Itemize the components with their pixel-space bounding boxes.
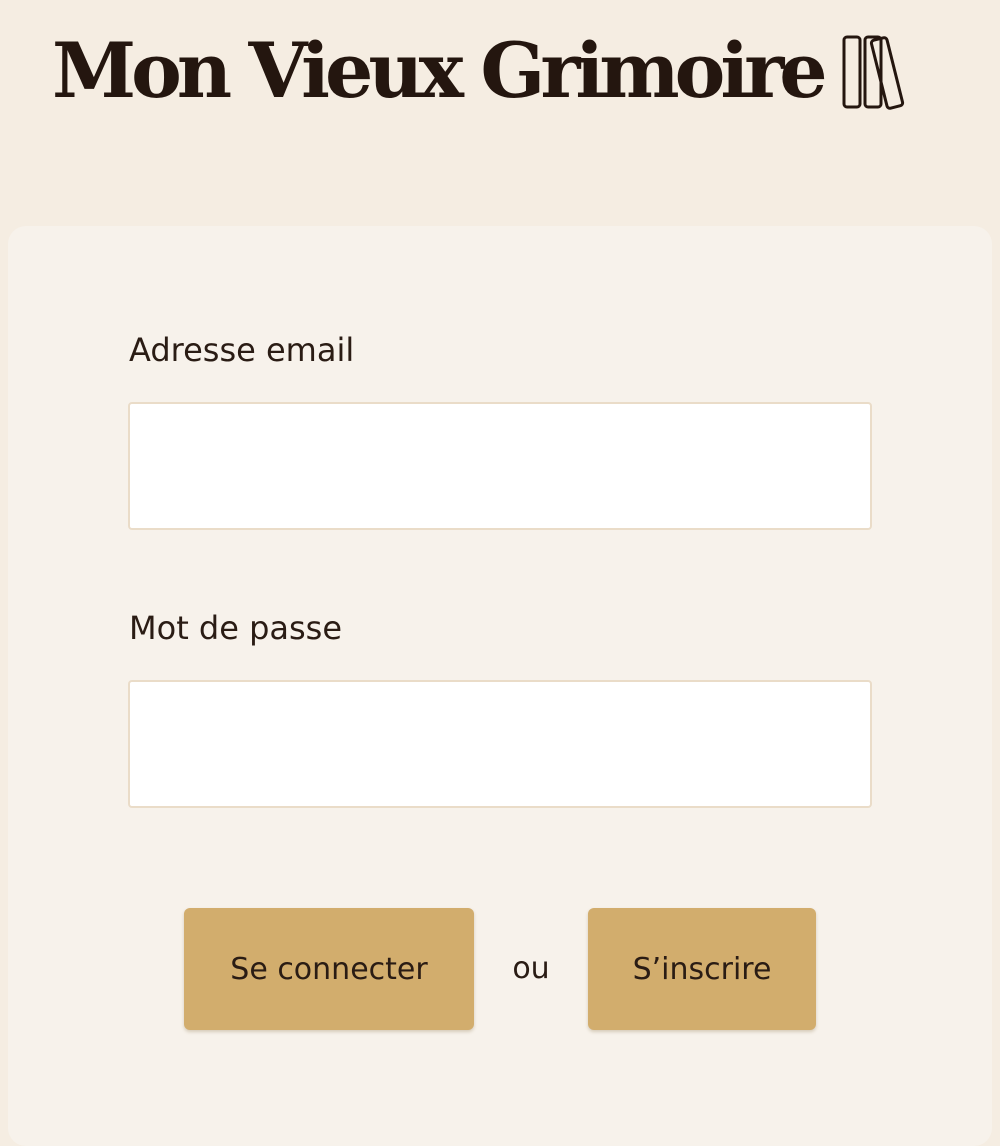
signup-button[interactable]: S’inscrire xyxy=(588,908,816,1030)
page-header: Mon Vieux Grimoire xyxy=(0,0,1000,220)
password-field[interactable] xyxy=(128,680,872,808)
site-logo[interactable]: Mon Vieux Grimoire xyxy=(52,26,911,116)
books-icon xyxy=(842,35,904,110)
email-label: Adresse email xyxy=(129,331,355,369)
login-card: Adresse email Mot de passe Se connecter … xyxy=(8,226,992,1146)
separator-text: ou xyxy=(512,951,550,986)
site-title: Mon Vieux Grimoire xyxy=(52,26,828,115)
login-button[interactable]: Se connecter xyxy=(184,908,474,1030)
password-label: Mot de passe xyxy=(129,609,343,647)
email-field[interactable] xyxy=(128,402,872,530)
